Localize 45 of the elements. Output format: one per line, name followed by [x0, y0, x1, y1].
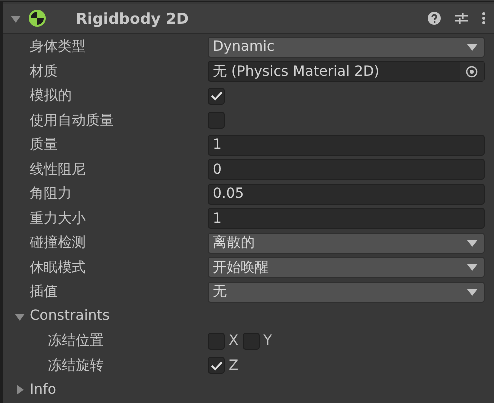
dropdown[interactable]: 开始唤醒: [208, 257, 485, 278]
input-field[interactable]: 1: [208, 208, 485, 230]
property-label: 材质: [30, 62, 59, 81]
property-label: 冻结旋转: [48, 356, 105, 375]
caret-icon: [467, 240, 478, 247]
collapse-arrow-icon[interactable]: [11, 14, 21, 24]
property-label: 冻结位置: [48, 332, 105, 350]
input-field[interactable]: 0: [208, 159, 485, 180]
input-field[interactable]: 0.05: [208, 184, 485, 205]
caret-icon: [467, 288, 478, 296]
property-label: 重力大小: [30, 210, 87, 228]
property-label: 休眠模式: [30, 258, 87, 277]
component-title: Rigidbody 2D: [76, 10, 190, 28]
foldout-label[interactable]: Info: [30, 382, 56, 399]
property-label: 使用自动质量: [30, 112, 115, 130]
property-label: 线性阻尼: [30, 160, 87, 179]
checkbox[interactable]: [208, 357, 225, 374]
rigidbody-icon: [29, 10, 46, 27]
caret-icon: [467, 44, 478, 51]
checkbox[interactable]: [208, 88, 225, 105]
help-icon[interactable]: [428, 12, 441, 25]
caret-icon: [467, 264, 478, 272]
axis-label: Z: [229, 358, 239, 374]
object-picker-icon[interactable]: [466, 66, 478, 78]
expand-arrow-icon[interactable]: [15, 312, 25, 322]
input-field[interactable]: 1: [208, 134, 485, 156]
dropdown[interactable]: 无: [208, 282, 485, 303]
axis-label: Y: [264, 333, 272, 350]
foldout-label[interactable]: Constraints: [30, 308, 110, 326]
property-label: 角阻力: [30, 185, 73, 204]
dropdown[interactable]: 离散的: [208, 232, 485, 254]
checkbox[interactable]: [242, 332, 260, 350]
property-label: 碰撞检测: [30, 234, 87, 252]
expand-arrow-icon[interactable]: [15, 385, 25, 396]
property-label: 质量: [30, 136, 59, 154]
object-field[interactable]: 无 (Physics Material 2D): [208, 61, 485, 82]
more-icon[interactable]: [482, 12, 486, 25]
property-label: 插值: [30, 283, 59, 302]
property-label: 身体类型: [30, 38, 87, 56]
property-label: 模拟的: [30, 87, 73, 106]
sliders-icon[interactable]: [455, 12, 468, 25]
axis-label: X: [229, 333, 239, 350]
dropdown[interactable]: Dynamic: [208, 36, 485, 58]
checkbox[interactable]: [208, 332, 225, 350]
checkbox[interactable]: [208, 112, 225, 130]
